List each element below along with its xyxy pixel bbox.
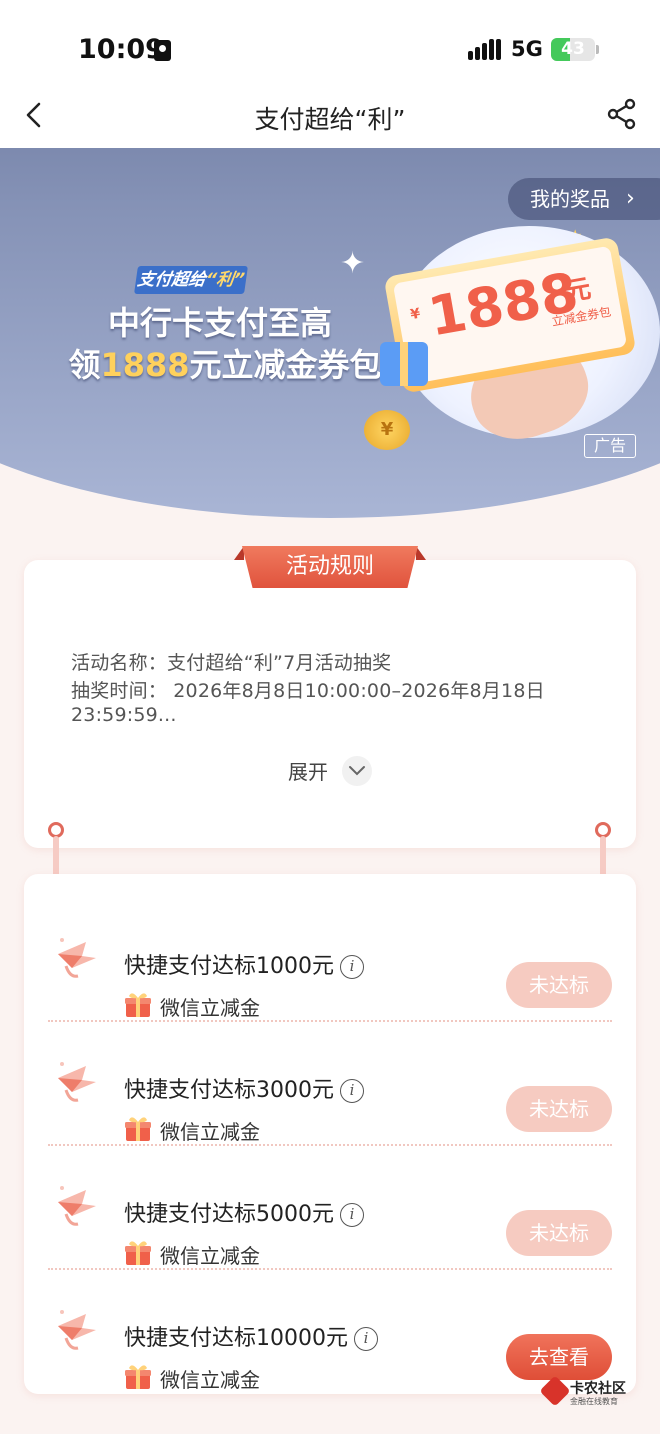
headline-2-prefix: 领 bbox=[68, 346, 101, 384]
share-button[interactable] bbox=[606, 98, 638, 130]
rules-ribbon: 活动规则 bbox=[242, 546, 418, 588]
gift-icon bbox=[124, 1240, 152, 1266]
task-name: 快捷支付达标1000元 i bbox=[124, 948, 364, 980]
nav-bar: 支付超给“利” bbox=[0, 90, 660, 148]
flag-icon bbox=[52, 1056, 100, 1108]
task-row: 快捷支付达标3000元 i 微信立减金 未达标 bbox=[24, 1022, 636, 1146]
my-prizes-button[interactable]: 我的奖品 › bbox=[508, 178, 660, 220]
gift-icon bbox=[124, 1364, 152, 1390]
info-icon[interactable]: i bbox=[354, 1327, 378, 1351]
my-prizes-label: 我的奖品 bbox=[530, 187, 610, 211]
task-reward: 微信立减金 bbox=[160, 1120, 260, 1144]
rules-activity-name: 活动名称：支付超给“利”7月活动抽奖 bbox=[71, 652, 392, 674]
rules-draw-time: 抽奖时间： 2026年8月8日10:00:00–2026年8月18日 bbox=[71, 680, 545, 702]
battery-icon: 43 bbox=[551, 38, 595, 61]
task-name: 快捷支付达标10000元 i bbox=[124, 1320, 378, 1352]
headline-2-suffix: 元立减金券包 bbox=[189, 346, 382, 384]
promo-banner[interactable]: 我的奖品 › 支付超给“利” 中行卡支付至高 领1888元立减金券包 ✦ ★ ✦… bbox=[0, 148, 660, 518]
expand-rules-button[interactable]: 展开 bbox=[288, 756, 328, 785]
flag-icon bbox=[52, 1180, 100, 1232]
flag-icon bbox=[52, 932, 100, 984]
task-status-button[interactable]: 未达标 bbox=[506, 1210, 612, 1256]
gift-icon bbox=[124, 1116, 152, 1142]
task-name-text: 快捷支付达标1000元 bbox=[124, 954, 334, 979]
ticket-unit: 元 bbox=[562, 273, 594, 308]
task-row: 快捷支付达标5000元 i 微信立减金 未达标 bbox=[24, 1146, 636, 1270]
chevron-right-icon: › bbox=[626, 186, 635, 211]
task-name: 快捷支付达标3000元 i bbox=[124, 1072, 364, 1104]
rules-draw-time-cont: 23:59:59... bbox=[71, 704, 177, 726]
task-name-text: 快捷支付达标3000元 bbox=[124, 1078, 334, 1103]
coin-icon: ¥ bbox=[364, 410, 410, 450]
network-type: 5G bbox=[511, 37, 543, 61]
flag-icon bbox=[52, 1304, 100, 1356]
ticket-currency: ¥ bbox=[409, 305, 422, 324]
campaign-badge-prefix: 支付超给 bbox=[136, 270, 207, 290]
status-bar: 10:09 5G 43 bbox=[0, 0, 660, 90]
battery-percent: 43 bbox=[561, 39, 585, 59]
ad-label: 广告 bbox=[584, 434, 636, 458]
view-details-button[interactable]: 去查看 bbox=[506, 1334, 612, 1380]
watermark-name: 卡农社区 bbox=[570, 1381, 626, 1397]
ticket-amount: 1888 bbox=[423, 260, 583, 349]
task-name-text: 快捷支付达标10000元 bbox=[124, 1326, 348, 1351]
info-icon[interactable]: i bbox=[340, 1203, 364, 1227]
sim-card-icon bbox=[154, 40, 171, 61]
chevron-down-icon[interactable] bbox=[342, 756, 372, 786]
task-reward: 微信立减金 bbox=[160, 1244, 260, 1268]
rules-card: 活动规则 活动名称：支付超给“利”7月活动抽奖 抽奖时间： 2026年8月8日1… bbox=[24, 546, 636, 848]
gift-icon bbox=[124, 992, 152, 1018]
task-status-button[interactable]: 未达标 bbox=[506, 962, 612, 1008]
watermark-tagline: 金融在线教育 bbox=[570, 1397, 618, 1406]
signal-icon bbox=[468, 38, 502, 60]
status-time: 10:09 bbox=[78, 34, 164, 65]
banner-headline-1: 中行卡支付至高 bbox=[107, 304, 332, 342]
task-name: 快捷支付达标5000元 i bbox=[124, 1196, 364, 1228]
campaign-badge-highlight: “利” bbox=[204, 270, 246, 290]
task-reward: 微信立减金 bbox=[160, 1368, 260, 1392]
sparkle-icon: ✦ bbox=[340, 246, 366, 281]
watermark-logo: 卡农社区 金融在线教育 bbox=[539, 1375, 640, 1408]
share-icon bbox=[607, 98, 636, 130]
task-status-button[interactable]: 未达标 bbox=[506, 1086, 612, 1132]
ribbon-fold-left bbox=[234, 546, 244, 560]
task-row: 快捷支付达标10000元 i 微信立减金 去查看 bbox=[24, 1270, 636, 1394]
page-title: 支付超给“利” bbox=[254, 105, 406, 134]
tasks-card: 快捷支付达标1000元 i 微信立减金 未达标 快捷支付达标3000元 i 微信立减… bbox=[24, 874, 636, 1394]
task-name-text: 快捷支付达标5000元 bbox=[124, 1202, 334, 1227]
info-icon[interactable]: i bbox=[340, 1079, 364, 1103]
battery-tip bbox=[596, 45, 599, 54]
gift-box-icon bbox=[380, 342, 428, 386]
info-icon[interactable]: i bbox=[340, 955, 364, 979]
banner-headline-2: 领1888元立减金券包 bbox=[15, 340, 435, 386]
task-row: 快捷支付达标1000元 i 微信立减金 未达标 bbox=[24, 898, 636, 1022]
campaign-badge: 支付超给“利” bbox=[134, 266, 248, 294]
ribbon-fold-right bbox=[416, 546, 426, 560]
headline-2-amount: 1888 bbox=[100, 346, 190, 384]
task-reward: 微信立减金 bbox=[160, 996, 260, 1020]
watermark-mark bbox=[539, 1375, 571, 1407]
